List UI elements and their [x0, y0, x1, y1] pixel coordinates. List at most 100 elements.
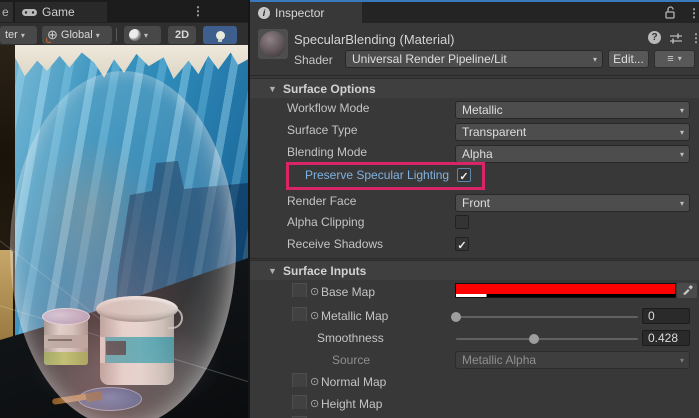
inspector-menu-kebab-icon[interactable]: ⋮	[688, 6, 699, 20]
metallic-map-label: Metallic Map	[321, 309, 388, 323]
lightbulb-icon	[216, 31, 225, 40]
game-tabbar: e Game ⋮	[0, 0, 248, 22]
smoothness-value-field[interactable]: 0.428	[642, 330, 690, 346]
base-map-color-swatch[interactable]	[455, 283, 676, 298]
receive-shadows-checkbox[interactable]: ✓	[455, 237, 469, 251]
list-icon: ≡	[667, 51, 673, 67]
inspector-tabbar: i Inspector ⋮	[250, 2, 699, 23]
receive-shadows-label: Receive Shadows	[287, 237, 383, 251]
render-face-dropdown[interactable]: Front ▾	[455, 194, 690, 212]
2d-toggle-button[interactable]: 2D	[168, 26, 196, 44]
surface-type-label: Surface Type	[287, 123, 358, 137]
shader-label: Shader	[294, 53, 333, 67]
scene-lighting-toggle-button[interactable]	[203, 26, 237, 44]
surface-type-dropdown[interactable]: Transparent ▾	[455, 123, 690, 141]
source-value: Metallic Alpha	[462, 353, 536, 367]
base-map-texture-slot[interactable]	[292, 283, 307, 298]
surface-inputs-title: Surface Inputs	[283, 264, 366, 278]
chevron-down-icon: ▾	[144, 31, 148, 40]
unity-editor: e Game ⋮ ter ▾ ⊕ Global ▾	[0, 0, 699, 418]
chevron-down-icon: ▾	[680, 129, 684, 137]
help-icon[interactable]: ?	[648, 31, 661, 44]
slider-knob[interactable]	[529, 334, 539, 344]
shader-list-button[interactable]: ≡ ▾	[654, 50, 695, 68]
row-receive-shadows: Receive Shadows ✓	[250, 237, 699, 255]
row-smoothness: Smoothness 0.428	[250, 329, 699, 347]
source-label: Source	[332, 353, 370, 367]
globe-icon: ⊕	[47, 27, 58, 43]
alpha-clipping-checkbox[interactable]	[455, 215, 469, 229]
row-normal-map: ⊙ Normal Map	[250, 373, 699, 391]
orientation-global-button[interactable]: ⊕ Global ▾	[42, 26, 112, 44]
normal-map-texture-slot[interactable]	[292, 373, 307, 388]
metallic-map-texture-slot[interactable]	[292, 307, 307, 322]
height-map-texture-slot[interactable]	[292, 395, 307, 410]
normal-map-label: Normal Map	[321, 375, 386, 389]
chevron-down-icon: ▾	[21, 31, 25, 40]
game-viewport[interactable]	[0, 45, 248, 418]
surface-options-title: Surface Options	[283, 82, 376, 96]
gamepad-icon	[22, 8, 37, 17]
object-picker-icon: ⊙	[310, 309, 319, 322]
object-picker-icon: ⊙	[310, 285, 319, 298]
material-preview-sphere	[260, 31, 286, 57]
smoothness-label: Smoothness	[317, 331, 384, 345]
workflow-mode-value: Metallic	[462, 103, 503, 117]
workflow-mode-dropdown[interactable]: Metallic ▾	[455, 101, 690, 119]
2d-label: 2D	[175, 29, 189, 41]
smoothness-slider[interactable]	[456, 338, 638, 340]
scene-transparent-sphere	[10, 71, 236, 418]
workflow-mode-label: Workflow Mode	[287, 101, 369, 115]
render-face-value: Front	[462, 196, 490, 210]
divider	[250, 75, 699, 76]
blending-mode-value: Alpha	[462, 147, 493, 161]
tab-inspector[interactable]: i Inspector	[250, 2, 362, 23]
chevron-down-icon: ▾	[593, 56, 597, 64]
foldout-icon: ▼	[268, 266, 277, 276]
lock-icon[interactable]	[664, 6, 676, 19]
base-map-label: Base Map	[321, 285, 375, 299]
surface-type-value: Transparent	[462, 125, 526, 139]
shaded-sphere-icon	[129, 29, 141, 41]
row-workflow-mode: Workflow Mode Metallic ▾	[250, 101, 699, 119]
chevron-down-icon: ▾	[678, 51, 682, 67]
row-height-map: ⊙ Height Map	[250, 395, 699, 413]
tab-game-label: Game	[42, 5, 75, 19]
row-alpha-clipping: Alpha Clipping	[250, 215, 699, 233]
material-menu-kebab-icon[interactable]: ⋮	[690, 31, 699, 45]
toolbar-divider	[116, 28, 117, 41]
surface-inputs-header[interactable]: ▼ Surface Inputs	[250, 260, 699, 280]
row-metallic-map: ⊙ Metallic Map 0	[250, 307, 699, 325]
row-blending-mode: Blending Mode Alpha ▾	[250, 145, 699, 163]
shader-value: Universal Render Pipeline/Lit	[352, 52, 507, 66]
material-title: SpecularBlending (Material)	[294, 32, 454, 47]
alpha-strip	[456, 294, 675, 297]
divider	[250, 258, 699, 259]
material-preview[interactable]	[258, 29, 288, 59]
game-panel: e Game ⋮ ter ▾ ⊕ Global ▾	[0, 0, 248, 418]
tab-scene-fragment[interactable]: e	[0, 2, 13, 22]
chevron-down-icon: ▾	[96, 31, 100, 40]
game-menu-kebab-icon[interactable]: ⋮	[192, 4, 204, 18]
tab-game[interactable]: Game	[15, 2, 107, 22]
pivot-mode-button[interactable]: ter ▾	[0, 26, 37, 44]
blending-mode-dropdown[interactable]: Alpha ▾	[455, 145, 690, 163]
object-picker-icon: ⊙	[310, 397, 319, 410]
blending-mode-label: Blending Mode	[287, 145, 367, 159]
eyedropper-button[interactable]	[677, 283, 697, 298]
chevron-down-icon: ▾	[680, 151, 684, 159]
checkmark-icon: ✓	[457, 240, 466, 252]
shader-dropdown[interactable]: Universal Render Pipeline/Lit ▾	[345, 50, 603, 68]
metallic-slider[interactable]	[456, 316, 638, 318]
presets-icon[interactable]	[669, 32, 683, 44]
surface-options-header[interactable]: ▼ Surface Options	[250, 78, 699, 98]
tab-inspector-label: Inspector	[275, 6, 324, 20]
slider-knob[interactable]	[451, 312, 461, 322]
row-render-face: Render Face Front ▾	[250, 194, 699, 212]
chevron-down-icon: ▾	[680, 107, 684, 115]
shader-edit-button[interactable]: Edit...	[608, 50, 649, 68]
render-face-label: Render Face	[287, 194, 356, 208]
shading-mode-button[interactable]: ▾	[124, 26, 161, 44]
orientation-label: Global	[61, 29, 93, 41]
metallic-value-field[interactable]: 0	[642, 308, 690, 324]
